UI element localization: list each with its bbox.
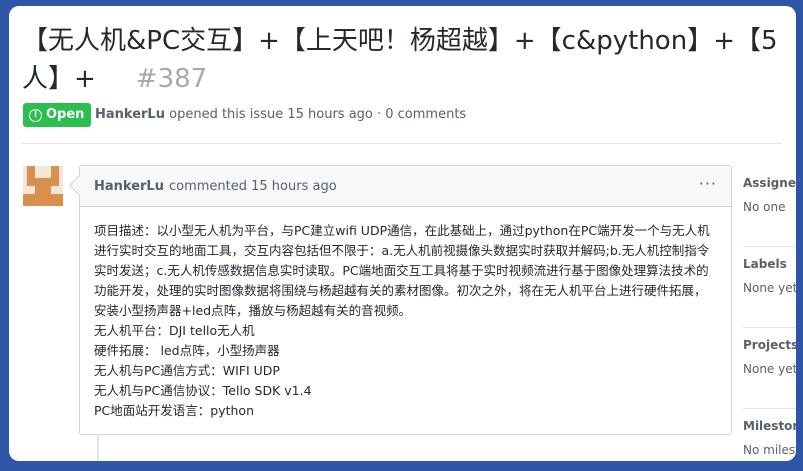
issue-number: #387 (135, 64, 208, 94)
sidebar-labels-label: Labels (743, 257, 787, 271)
issue-meta-text: opened this issue 15 hours ago · 0 comme… (169, 107, 467, 122)
comment-paragraph: PC地面站开发语言：python (94, 403, 254, 418)
sidebar-projects[interactable]: Projects None yet (743, 338, 796, 409)
issue-state-badge: ! Open (23, 103, 92, 127)
sidebar-labels[interactable]: Labels None yet (743, 257, 796, 328)
comment-author-link[interactable]: HankerLu (94, 179, 164, 194)
sidebar-assignees[interactable]: Assignees No one (743, 176, 796, 247)
comment-paragraph: 项目描述：以小型无人机为平台，与PC建立wifi UDP通信，在此基础上，通过p… (94, 223, 710, 318)
screenshot-frame: 【无人机&PC交互】+【上天吧！杨超越】+【c&python】+【5人】+ #38… (9, 6, 796, 461)
timeline-line (97, 434, 99, 461)
avatar[interactable] (23, 166, 63, 206)
comment-paragraph: 无人机与PC通信方式：WIFI UDP (94, 363, 280, 378)
comment-paragraph: 硬件拓展： led点阵，小型扬声器 (94, 343, 280, 358)
sidebar-assignees-value: No one (743, 200, 786, 214)
comment-time[interactable]: commented 15 hours ago (169, 179, 337, 194)
comment-box: HankerLu commented 15 hours ago ··· 项目描述… (79, 165, 732, 435)
comment-paragraph: 无人机平台：DJI tello无人机 (94, 323, 255, 338)
sidebar-assignees-label: Assignees (743, 176, 796, 190)
comment-header: HankerLu commented 15 hours ago ··· (80, 166, 731, 207)
issue-opened-icon: ! (29, 108, 42, 122)
sidebar-projects-value: None yet (743, 362, 796, 376)
sidebar-milestone[interactable]: Milestone No milestone (743, 419, 796, 461)
sidebar-projects-label: Projects (743, 338, 796, 352)
sidebar-milestone-label: Milestone (743, 419, 796, 433)
issue-meta: HankerLu opened this issue 15 hours ago … (95, 107, 466, 122)
header-divider (22, 143, 782, 144)
issue-author-link[interactable]: HankerLu (95, 107, 165, 122)
issue-state-label: Open (46, 107, 85, 122)
comment-paragraph: 无人机与PC通信协议：Tello SDK v1.4 (94, 383, 312, 398)
issue-title: 【无人机&PC交互】+【上天吧！杨超越】+【c&python】+【5人】+ #38… (22, 22, 782, 98)
comment-menu-icon[interactable]: ··· (699, 174, 717, 193)
sidebar-labels-value: None yet (743, 281, 796, 295)
sidebar-milestone-value: No milestone (743, 443, 796, 457)
issue-sidebar: Assignees No one Labels None yet Project… (743, 166, 796, 461)
comment-body: 项目描述：以小型无人机为平台，与PC建立wifi UDP通信，在此基础上，通过p… (80, 207, 731, 421)
